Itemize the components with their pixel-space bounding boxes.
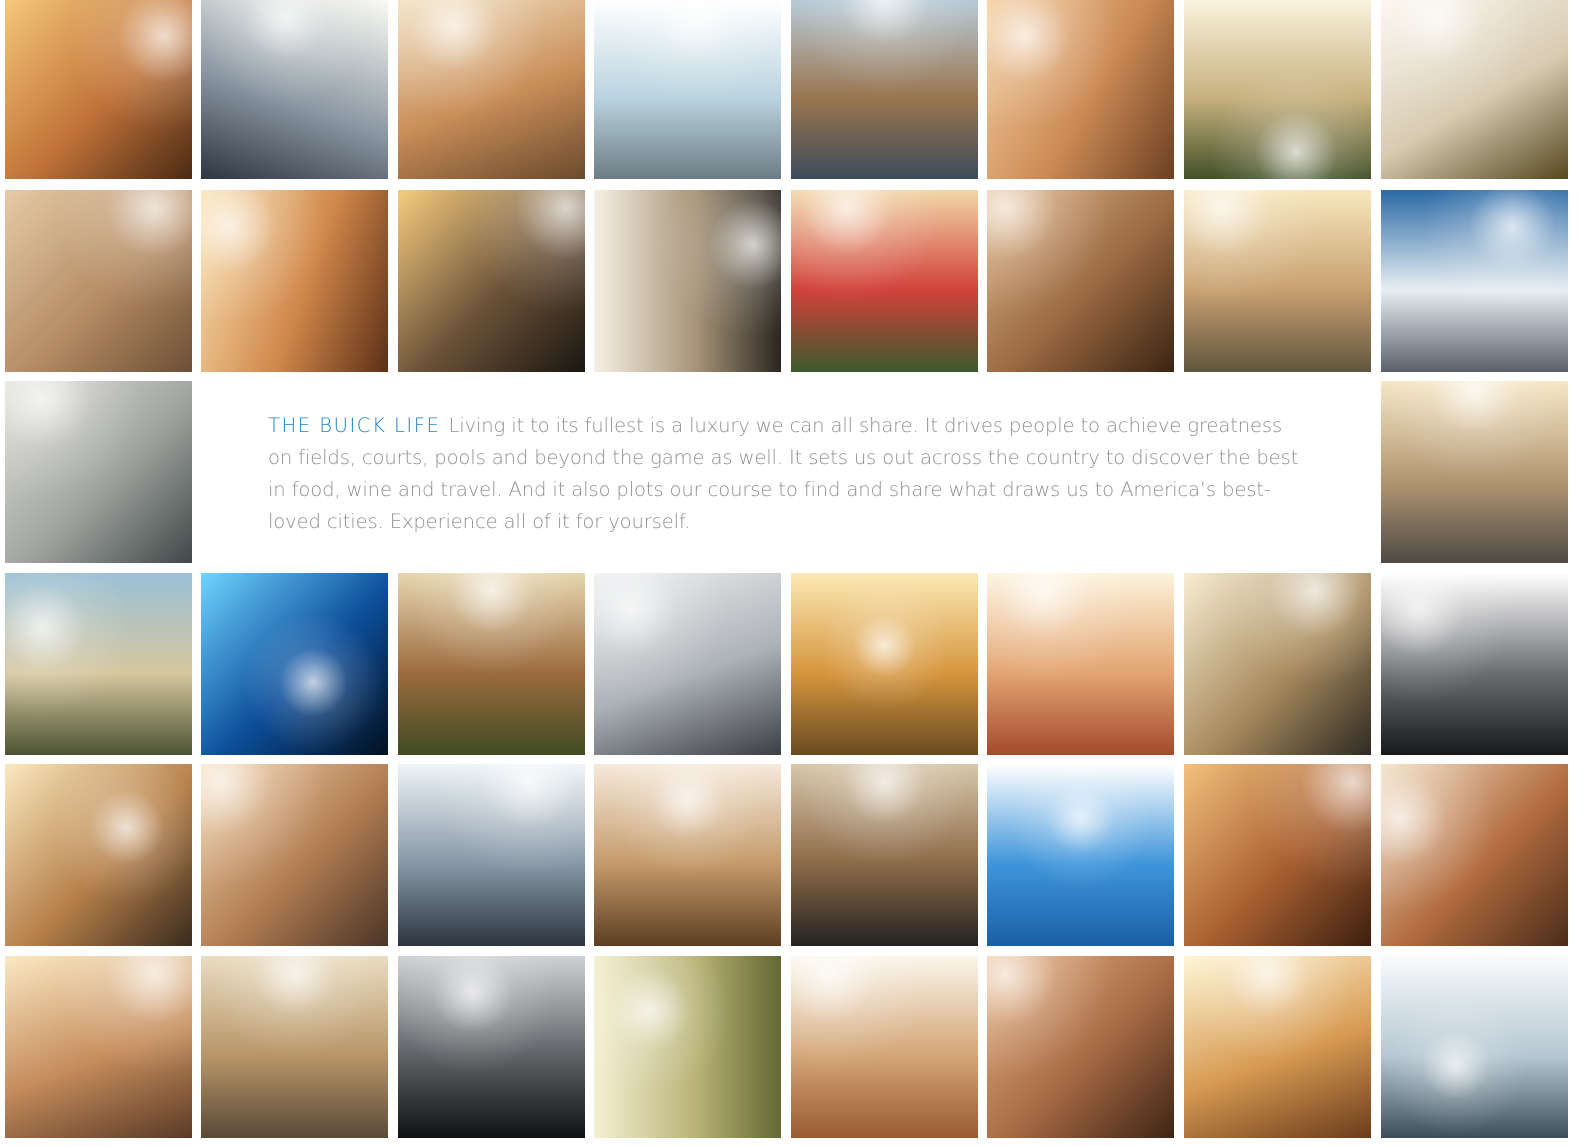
photo-couple-walking-holding-hands: [1184, 190, 1371, 372]
photo-open-book-field-scene: [398, 573, 585, 755]
photo-man-smiling-portrait: [987, 190, 1174, 372]
photo-sun-blue-sky: [987, 764, 1174, 946]
photo-leather-seat-scene: [1381, 573, 1568, 755]
photo-skyscraper-sunset: [791, 956, 978, 1138]
photo-blue-speedometer-scene: [201, 573, 388, 755]
photo-woman-laughing-driving: [201, 190, 388, 372]
photo-hikers-sunset-scene: [791, 573, 978, 755]
photo-shadow-on-pebbles-scene: [5, 381, 192, 563]
photo-man-smiling-sunlit: [1184, 764, 1371, 946]
photo-coastal-cliffs: [5, 573, 192, 755]
photo-motion-blur-trees-scene: [594, 956, 781, 1138]
photo-silver-car-wheel-scene: [594, 573, 781, 755]
photo-sandy-foot: [5, 190, 192, 372]
photo-couple-sitting-by-car-scene: [398, 0, 585, 179]
photo-motion-blur-trees: [594, 956, 781, 1138]
photo-car-under-bridge: [5, 764, 192, 946]
photo-clothespins-line-scene: [1184, 573, 1371, 755]
photo-winding-road: [594, 764, 781, 946]
photo-woman-smiling-portrait-scene: [987, 0, 1174, 179]
photo-gear-shifter: [398, 956, 585, 1138]
photo-couple-in-car-scene: [201, 764, 388, 946]
photo-golfer-swinging-scene: [1184, 0, 1371, 179]
photo-shadow-on-pebbles: [5, 381, 192, 563]
photo-plated-mussels-dish-scene: [1381, 0, 1568, 179]
photo-girl-watermelon: [791, 190, 978, 372]
photo-woman-sun-flare: [1184, 956, 1371, 1138]
photo-couple-in-car: [201, 764, 388, 946]
photo-woman-relaxing-seat: [5, 956, 192, 1138]
photo-winding-road-scene: [594, 764, 781, 946]
photo-water-droplet-ripple: [1381, 956, 1568, 1138]
photo-silver-car-wheel: [594, 573, 781, 755]
photo-snowy-mountains: [1381, 190, 1568, 372]
photo-woman-laughing-driving-scene: [201, 190, 388, 372]
photo-car-mountain-road: [1381, 381, 1568, 563]
photo-car-trunk-sunburst-scene: [201, 0, 388, 179]
photo-blue-speedometer: [201, 573, 388, 755]
photo-woman-red-hair-car-scene: [1381, 764, 1568, 946]
photo-car-trunk-sunburst: [201, 0, 388, 179]
photo-car-road-overhead: [594, 190, 781, 372]
photo-couple-sitting-by-car: [398, 0, 585, 179]
photo-car-mountain-road-scene: [1381, 381, 1568, 563]
photo-woman-smiling-in-car-scene: [5, 0, 192, 179]
photo-car-under-bridge-scene: [5, 764, 192, 946]
photo-girl-eating-watermelon: [987, 573, 1174, 755]
photo-car-desert-dunes-scene: [201, 956, 388, 1138]
photo-coastal-cliffs-scene: [5, 573, 192, 755]
photo-car-desert-dunes: [201, 956, 388, 1138]
photo-man-smiling-sunlit-scene: [1184, 764, 1371, 946]
photo-girl-eating-watermelon-scene: [987, 573, 1174, 755]
photo-woman-red-hair-car: [1381, 764, 1568, 946]
photo-woman-smiling-in-car: [5, 0, 192, 179]
photo-woman-sun-flare-scene: [1184, 956, 1371, 1138]
photo-buick-grille-emblem: [398, 190, 585, 372]
photo-leather-seat: [1381, 573, 1568, 755]
buick-life-intro: THE BUICK LIFE Living it to its fullest …: [268, 410, 1308, 538]
photo-car-wind-turbines-scene: [398, 764, 585, 946]
photo-city-skyline-waterfront-scene: [791, 0, 978, 179]
photo-plated-mussels-dish: [1381, 0, 1568, 179]
photo-gear-shifter-scene: [398, 956, 585, 1138]
photo-water-droplet-ripple-scene: [1381, 956, 1568, 1138]
photo-clothespins-line: [1184, 573, 1371, 755]
photo-car-dashboard: [791, 764, 978, 946]
photo-car-wind-turbines: [398, 764, 585, 946]
photo-couple-walking-holding-hands-scene: [1184, 190, 1371, 372]
photo-sandy-foot-scene: [5, 190, 192, 372]
photo-golfer-swinging: [1184, 0, 1371, 179]
photo-hikers-sunset: [791, 573, 978, 755]
photo-car-dashboard-scene: [791, 764, 978, 946]
photo-man-laughing-closeup-scene: [987, 956, 1174, 1138]
photo-man-laughing-closeup: [987, 956, 1174, 1138]
photo-woman-walking-sunlight-scene: [594, 0, 781, 179]
intro-heading: THE BUICK LIFE: [268, 414, 441, 437]
photo-woman-walking-sunlight: [594, 0, 781, 179]
photo-city-skyline-waterfront: [791, 0, 978, 179]
photo-mosaic: [0, 0, 1584, 1147]
photo-buick-grille-emblem-scene: [398, 190, 585, 372]
photo-woman-relaxing-seat-scene: [5, 956, 192, 1138]
photo-woman-smiling-portrait: [987, 0, 1174, 179]
photo-snowy-mountains-scene: [1381, 190, 1568, 372]
photo-girl-watermelon-scene: [791, 190, 978, 372]
photo-man-smiling-portrait-scene: [987, 190, 1174, 372]
photo-car-road-overhead-scene: [594, 190, 781, 372]
photo-open-book-field: [398, 573, 585, 755]
photo-skyscraper-sunset-scene: [791, 956, 978, 1138]
photo-sun-blue-sky-scene: [987, 764, 1174, 946]
